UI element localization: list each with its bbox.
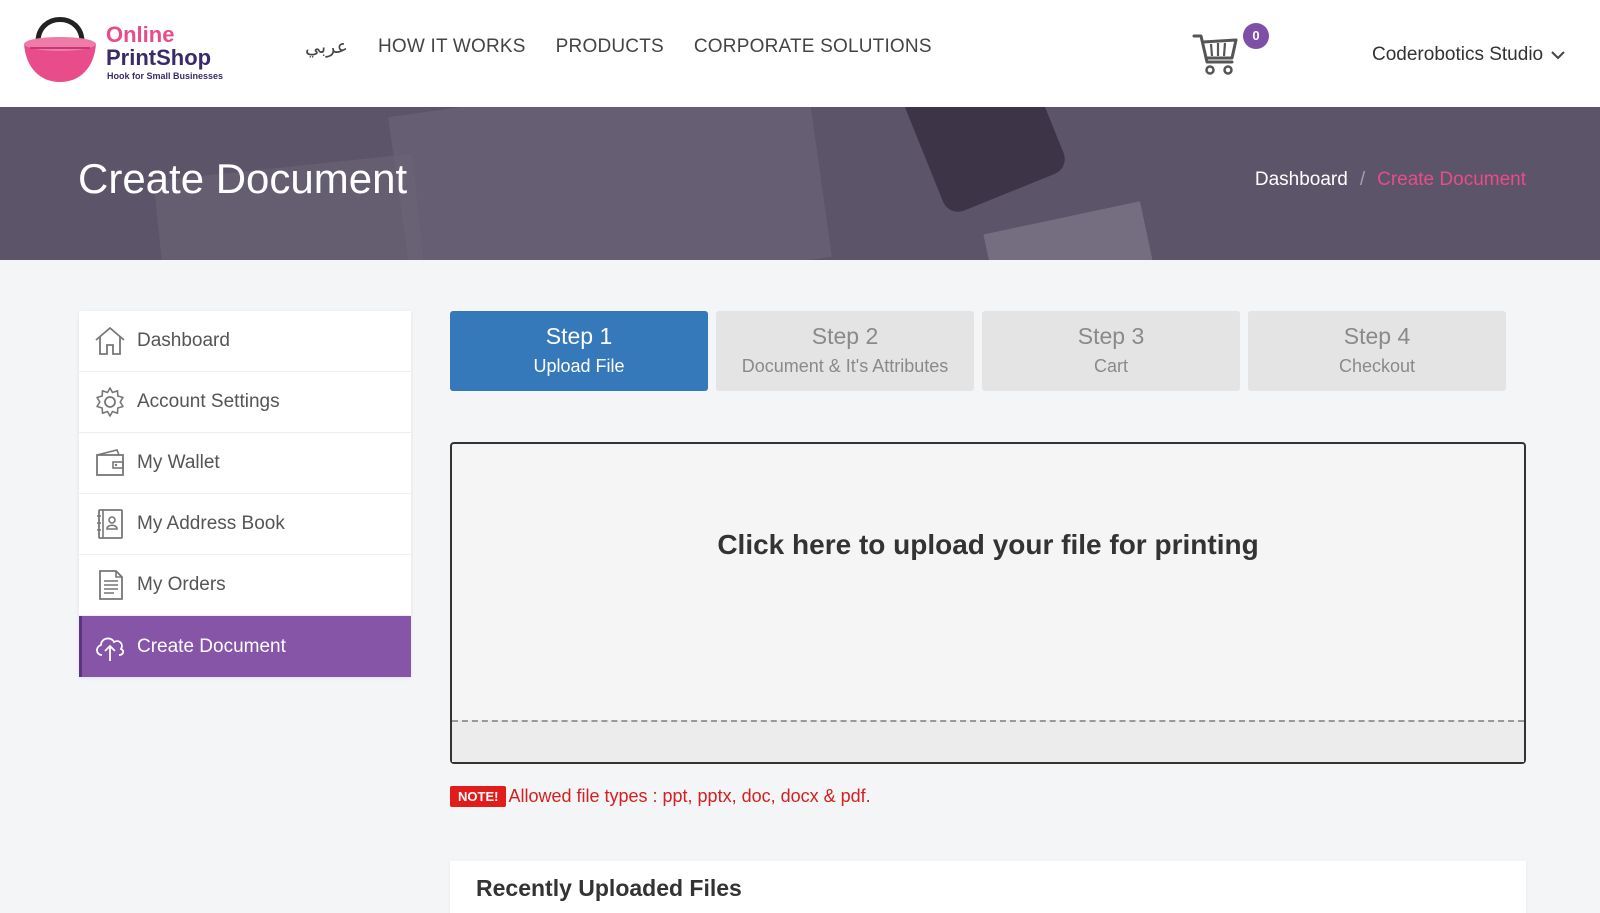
breadcrumb-current: Create Document <box>1377 169 1526 190</box>
cart-button[interactable] <box>1192 30 1242 78</box>
step-title: Step 2 <box>811 323 879 349</box>
document-list-icon <box>99 570 123 600</box>
note-text: Allowed file types : ppt, pptx, doc, doc… <box>508 786 871 806</box>
cloud-upload-icon <box>96 637 125 661</box>
recently-uploaded-panel: Recently Uploaded Files <box>450 861 1526 913</box>
chevron-down-icon <box>1551 51 1565 60</box>
step-2-document-attributes[interactable]: Step 2 Document & It's Attributes <box>716 311 974 391</box>
step-title: Step 3 <box>1077 323 1145 349</box>
upload-prompt: Click here to upload your file for print… <box>717 529 1259 560</box>
breadcrumb: Dashboard / Create Document <box>1255 169 1526 191</box>
logo-tagline: Hook for Small Businesses <box>107 71 224 81</box>
step-subtitle: Cart <box>1093 356 1128 376</box>
sidebar-item-my-wallet[interactable]: My Wallet <box>79 433 411 494</box>
logo-printshop: PrintShop <box>106 45 212 70</box>
sidebar-item-label: My Address Book <box>137 513 285 534</box>
user-name: Coderobotics Studio <box>1372 44 1544 65</box>
logo-text: Online PrintShop Hook for Small Business… <box>106 22 224 82</box>
breadcrumb-separator: / <box>1359 169 1366 190</box>
step-subtitle: Checkout <box>1338 356 1416 376</box>
nav-products[interactable]: PRODUCTS <box>556 36 664 59</box>
sidebar-item-label: Create Document <box>137 635 286 657</box>
nav-arabic[interactable]: عربي <box>305 36 348 59</box>
user-menu[interactable]: Coderobotics Studio <box>1372 44 1565 66</box>
step-subtitle: Upload File <box>533 356 625 376</box>
step-subtitle: Document & It's Attributes <box>741 356 949 376</box>
banner-decoration <box>983 201 1157 260</box>
gear-icon <box>96 387 124 417</box>
top-navbar: Online PrintShop Hook for Small Business… <box>0 0 1600 107</box>
sidebar-item-label: My Wallet <box>137 452 220 473</box>
sidebar-item-label: My Orders <box>137 574 226 595</box>
banner-decoration <box>900 107 1070 217</box>
step-1-upload-file[interactable]: Step 1 Upload File <box>450 311 708 391</box>
breadcrumb-dashboard[interactable]: Dashboard <box>1255 169 1348 191</box>
step-4-checkout[interactable]: Step 4 Checkout <box>1248 311 1506 391</box>
step-wizard: Step 1 Upload File Step 2 Document & It'… <box>450 311 1506 391</box>
logo[interactable]: Online PrintShop Hook for Small Business… <box>20 8 240 88</box>
sidebar-item-label: Account Settings <box>137 391 280 412</box>
banner-decoration <box>388 107 832 260</box>
sidebar: Dashboard Account Settings My Wallet My … <box>79 311 411 677</box>
step-3-cart[interactable]: Step 3 Cart <box>982 311 1240 391</box>
page-title: Create Document <box>78 155 408 202</box>
file-types-note: NOTE! Allowed file types : ppt, pptx, do… <box>450 786 871 807</box>
file-upload-dropzone[interactable]: Click here to upload your file for print… <box>450 442 1526 764</box>
cart-count-badge: 0 <box>1243 23 1269 49</box>
nav-how-it-works[interactable]: HOW IT WORKS <box>378 36 526 59</box>
sidebar-item-account-settings[interactable]: Account Settings <box>79 372 411 433</box>
home-icon <box>95 326 125 355</box>
wallet-icon <box>96 449 124 476</box>
page-banner: Create Document Dashboard / Create Docum… <box>0 107 1600 260</box>
sidebar-item-label: Dashboard <box>137 330 230 351</box>
sidebar-item-my-address-book[interactable]: My Address Book <box>79 494 411 555</box>
logo-online: Online <box>106 22 175 47</box>
upload-progress-area <box>452 720 1524 762</box>
sidebar-item-dashboard[interactable]: Dashboard <box>79 311 411 372</box>
main-nav: عربي HOW IT WORKS PRODUCTS CORPORATE SOL… <box>305 36 932 59</box>
recently-uploaded-title: Recently Uploaded Files <box>476 875 742 901</box>
cart-icon <box>1192 34 1238 75</box>
sidebar-item-create-document[interactable]: Create Document <box>79 616 411 677</box>
sidebar-item-my-orders[interactable]: My Orders <box>79 555 411 616</box>
step-title: Step 4 <box>1343 323 1411 349</box>
nav-corporate-solutions[interactable]: CORPORATE SOLUTIONS <box>694 36 932 59</box>
address-book-icon <box>97 509 123 539</box>
basket-logo-icon <box>24 17 96 82</box>
note-badge: NOTE! <box>450 786 507 807</box>
step-title: Step 1 <box>545 323 613 349</box>
